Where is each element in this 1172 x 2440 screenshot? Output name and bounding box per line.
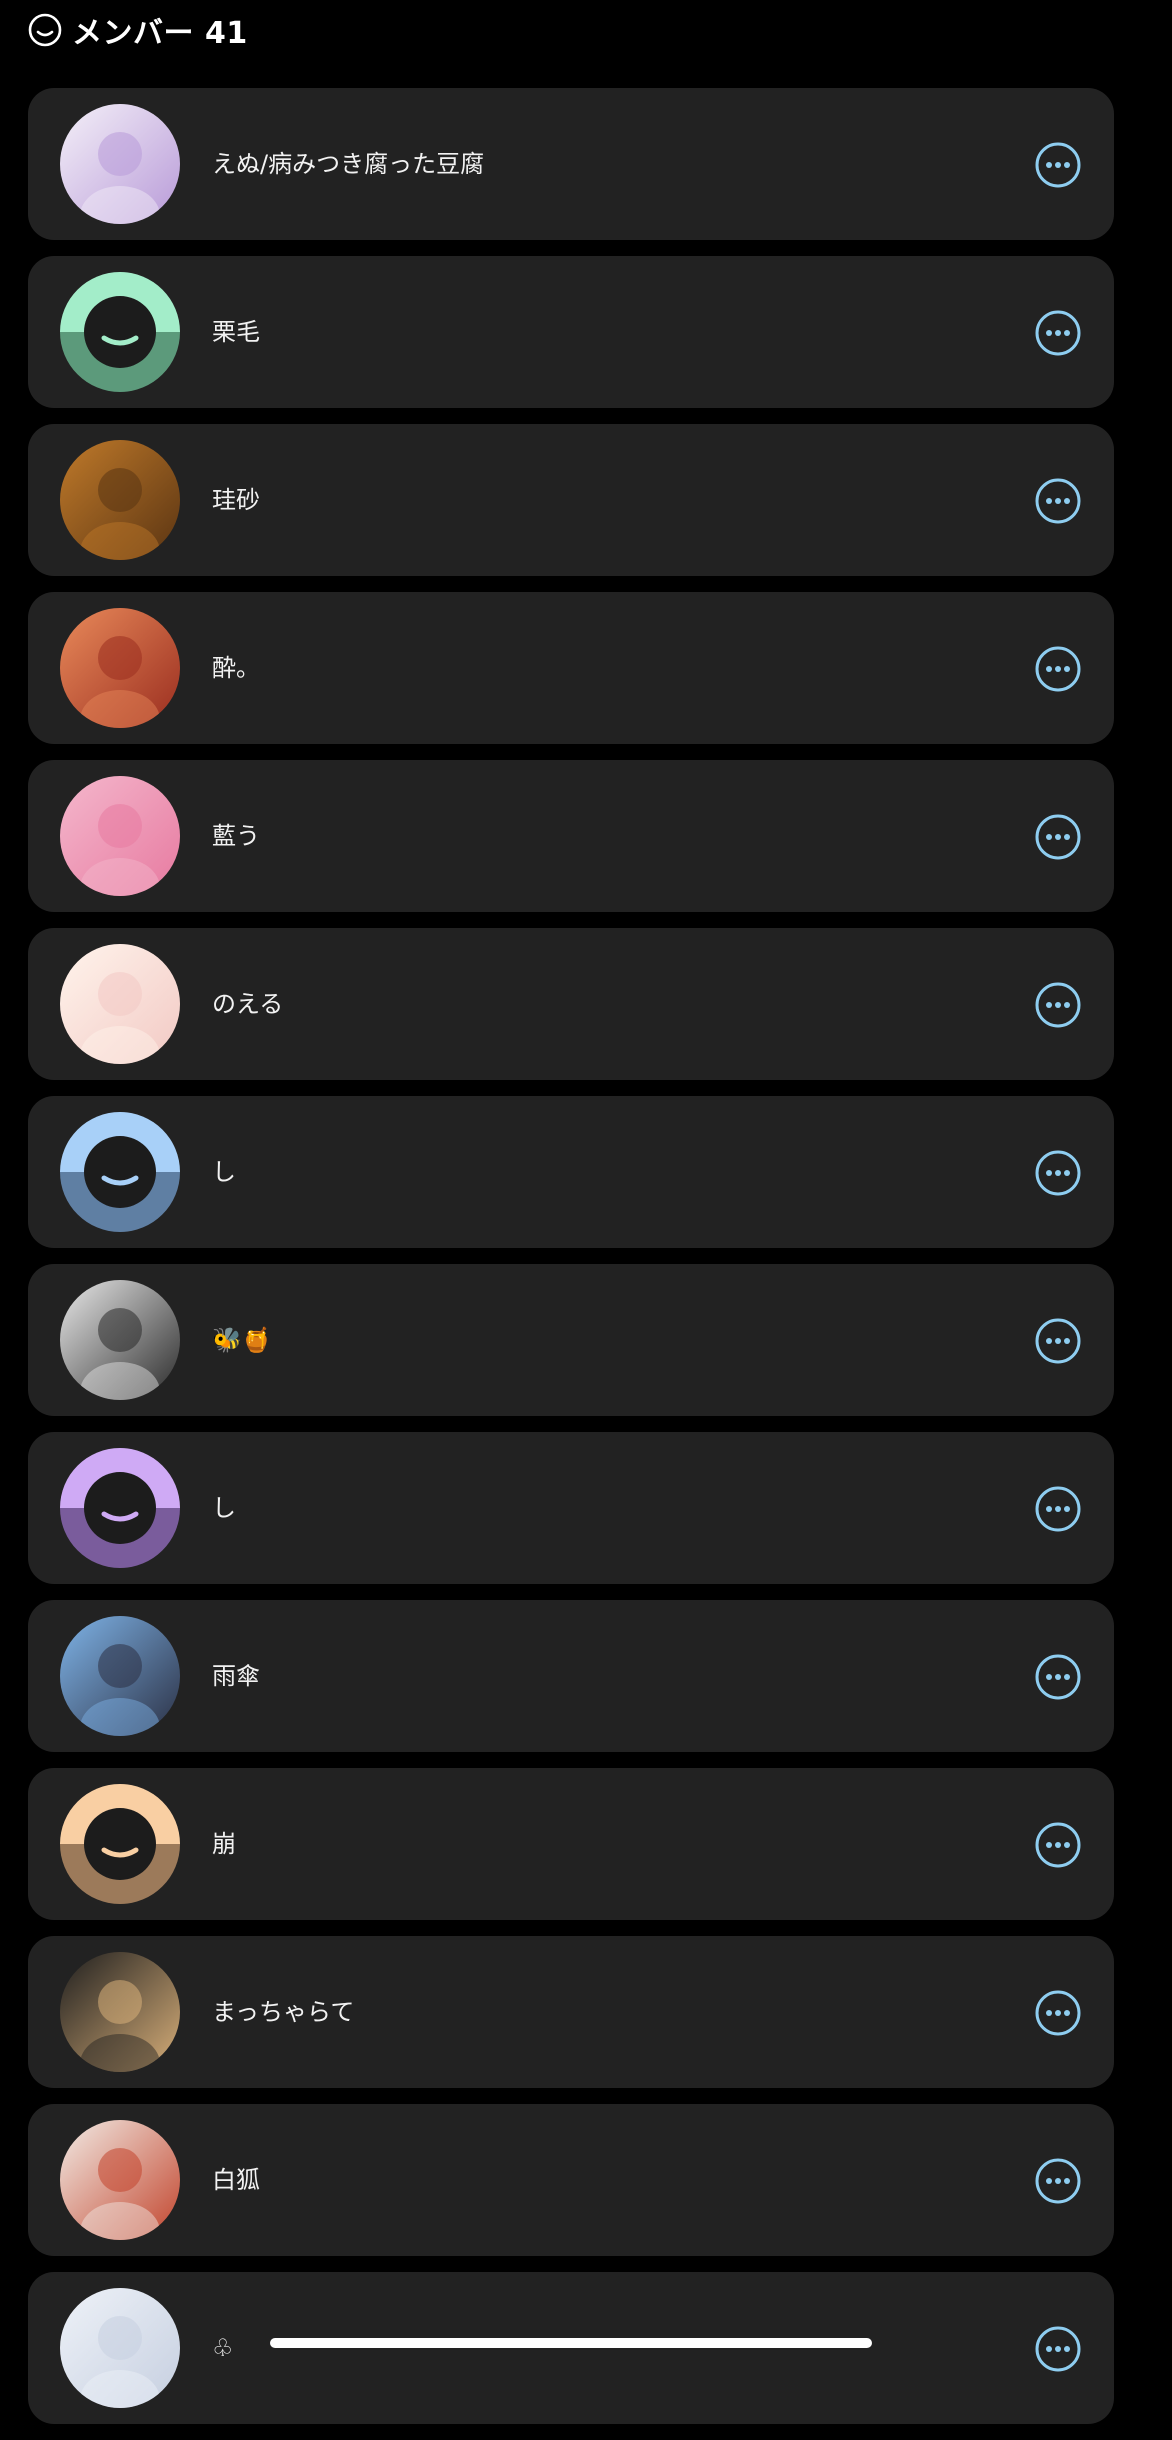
more-options-icon[interactable] [1034, 1821, 1082, 1869]
member-name: ♧ [212, 2334, 234, 2362]
member-name: 崩 [212, 1830, 236, 1858]
smiley-face-icon [28, 13, 62, 47]
member-avatar[interactable] [60, 1952, 180, 2072]
member-avatar[interactable] [60, 440, 180, 560]
more-options-icon[interactable] [1034, 1317, 1082, 1365]
member-avatar[interactable] [60, 1616, 180, 1736]
member-avatar[interactable] [60, 944, 180, 1064]
more-options-icon[interactable] [1034, 141, 1082, 189]
member-name: し [212, 1158, 236, 1186]
member-avatar[interactable] [60, 1280, 180, 1400]
member-avatar[interactable] [60, 2120, 180, 2240]
member-avatar[interactable] [60, 776, 180, 896]
member-row[interactable]: 酔。 [28, 592, 1114, 744]
more-options-icon[interactable] [1034, 2157, 1082, 2205]
more-options-icon[interactable] [1034, 981, 1082, 1029]
member-row[interactable]: 雨傘 [28, 1600, 1114, 1752]
member-avatar[interactable] [60, 608, 180, 728]
member-name: まっちゃらて [212, 1998, 355, 2026]
member-name: 藍う [212, 822, 260, 850]
default-avatar[interactable] [60, 1448, 180, 1568]
more-options-icon[interactable] [1034, 645, 1082, 693]
member-row[interactable]: まっちゃらて [28, 1936, 1114, 2088]
member-name: えぬ/病みつき腐った豆腐 [212, 150, 485, 178]
member-list: えぬ/病みつき腐った豆腐 栗毛 珪砂 酔。 藍う のえる し 🐝🍯 し 雨傘 崩… [28, 88, 1114, 2440]
member-name: 栗毛 [212, 318, 260, 346]
member-row[interactable]: 珪砂 [28, 424, 1114, 576]
members-header: メンバー 41 [28, 8, 248, 52]
member-row[interactable]: 栗毛 [28, 256, 1114, 408]
home-indicator[interactable] [270, 2338, 872, 2348]
member-row[interactable]: えぬ/病みつき腐った豆腐 [28, 88, 1114, 240]
member-row[interactable]: ♧ [28, 2272, 1114, 2424]
member-avatar[interactable] [60, 104, 180, 224]
member-name: 🐝🍯 [212, 1326, 272, 1354]
default-avatar[interactable] [60, 1784, 180, 1904]
default-avatar[interactable] [60, 272, 180, 392]
member-name: 酔。 [212, 654, 260, 682]
member-row[interactable]: し [28, 1432, 1114, 1584]
member-row[interactable]: 崩 [28, 1768, 1114, 1920]
member-row[interactable]: 白狐 [28, 2104, 1114, 2256]
member-row[interactable]: し [28, 1096, 1114, 1248]
member-name: 雨傘 [212, 1662, 260, 1690]
member-name: のえる [212, 990, 284, 1018]
more-options-icon[interactable] [1034, 309, 1082, 357]
default-avatar[interactable] [60, 1112, 180, 1232]
member-avatar[interactable] [60, 2288, 180, 2408]
member-row[interactable]: 藍う [28, 760, 1114, 912]
member-name: し [212, 1494, 236, 1522]
more-options-icon[interactable] [1034, 477, 1082, 525]
member-row[interactable]: 🐝🍯 [28, 1264, 1114, 1416]
more-options-icon[interactable] [1034, 1653, 1082, 1701]
more-options-icon[interactable] [1034, 813, 1082, 861]
more-options-icon[interactable] [1034, 1989, 1082, 2037]
more-options-icon[interactable] [1034, 1149, 1082, 1197]
member-row[interactable]: のえる [28, 928, 1114, 1080]
member-name: 珪砂 [212, 486, 260, 514]
more-options-icon[interactable] [1034, 2325, 1082, 2373]
more-options-icon[interactable] [1034, 1485, 1082, 1533]
members-count-title: メンバー 41 [72, 16, 248, 51]
member-name: 白狐 [212, 2166, 260, 2194]
